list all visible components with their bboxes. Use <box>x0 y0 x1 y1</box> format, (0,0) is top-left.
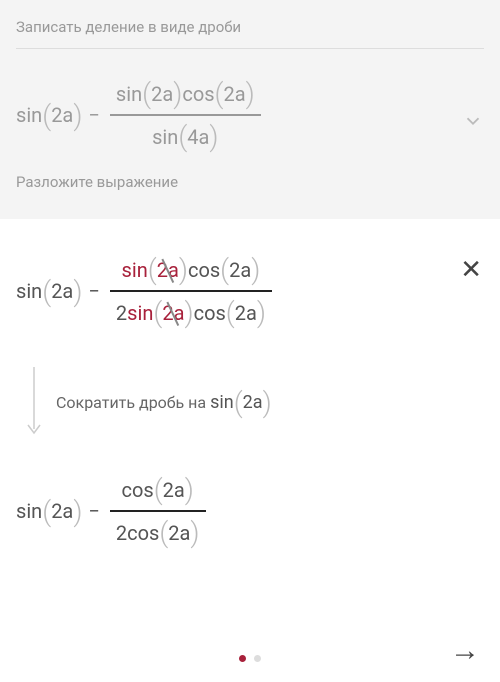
paren-close: ) <box>185 473 194 506</box>
paren-close: ) <box>73 495 82 528</box>
paren-open: ( <box>215 77 224 110</box>
fraction: sin ( 2a ) cos ( 2a ) 2 sin ( 2a ) cos (… <box>110 249 272 333</box>
fn-cos: cos <box>188 258 220 282</box>
paren-open: ( <box>153 296 162 329</box>
denominator: 2 cos ( 2a ) <box>110 512 206 553</box>
fraction: cos ( 2a ) 2 cos ( 2a ) <box>110 469 206 553</box>
denominator: sin ( 4a ) <box>146 116 224 157</box>
paren-close: ) <box>184 296 193 329</box>
hint-label: Сократить дробь на <box>56 393 206 412</box>
expression-before: sin ( 2a ) − sin ( 2a ) cos ( 2a ) 2 sin… <box>16 239 484 351</box>
paren-close: ) <box>173 77 182 110</box>
arg: 2a <box>243 392 263 413</box>
fn-sin: sin <box>16 499 42 523</box>
arg: 2a <box>229 258 251 282</box>
fn-sin-cancel: sin <box>122 258 148 282</box>
fn-cos: cos <box>127 521 159 545</box>
divider <box>16 48 484 49</box>
expression-after: sin ( 2a ) − cos ( 2a ) 2 cos ( 2a ) <box>16 459 484 571</box>
paren-open: ( <box>178 120 187 153</box>
paren-open: ( <box>220 253 229 286</box>
step-title-2: Разложите выражение <box>16 173 484 191</box>
arg: 2a <box>224 82 246 106</box>
dot[interactable] <box>254 655 261 662</box>
paren-open: ( <box>42 495 51 528</box>
paren-close: ) <box>251 253 260 286</box>
fn-sin: sin <box>116 82 142 106</box>
paren-open: ( <box>226 296 235 329</box>
paren-close: ) <box>179 253 188 286</box>
current-step-panel: ✕ sin ( 2a ) − sin ( 2a ) cos ( 2a ) 2 s… <box>0 219 500 581</box>
faded-expression: sin ( 2a ) − sin ( 2a ) cos ( 2a ) sin (… <box>16 67 484 173</box>
arg: 2a <box>51 499 73 523</box>
hint-math: sin ( 2a ) <box>210 386 272 419</box>
dot-active[interactable] <box>239 655 246 662</box>
paren-close: ) <box>246 77 255 110</box>
minus: − <box>88 499 99 523</box>
numerator: sin ( 2a ) cos ( 2a ) <box>116 249 267 290</box>
minus: − <box>88 103 99 127</box>
coef: 2 <box>116 521 127 545</box>
numerator: cos ( 2a ) <box>116 469 200 510</box>
minus: − <box>88 279 99 303</box>
denominator: 2 sin ( 2a ) cos ( 2a ) <box>110 292 272 333</box>
fn-sin: sin <box>152 125 178 149</box>
fn-cos: cos <box>182 82 214 106</box>
paren-open: ( <box>148 253 157 286</box>
paren-open: ( <box>42 275 51 308</box>
paren-open: ( <box>159 516 168 549</box>
paren-open: ( <box>142 77 151 110</box>
paren-close: ) <box>263 386 272 419</box>
arg: 2a <box>151 82 173 106</box>
paren-open: ( <box>42 99 51 132</box>
numerator: sin ( 2a ) cos ( 2a ) <box>110 73 261 114</box>
arg-cancel: 2a <box>157 258 179 282</box>
arrow-down-icon <box>26 367 42 437</box>
arg: 4a <box>187 125 209 149</box>
close-icon[interactable]: ✕ <box>460 255 482 285</box>
hint-text: Сократить дробь на sin ( 2a ) <box>56 386 272 419</box>
fraction: sin ( 2a ) cos ( 2a ) sin ( 4a ) <box>110 73 261 157</box>
fn-sin: sin <box>16 103 42 127</box>
fn-sin: sin <box>210 392 234 413</box>
fn-sin: sin <box>16 279 42 303</box>
page-dots <box>239 655 261 662</box>
chevron-down-icon[interactable] <box>462 110 484 132</box>
coef: 2 <box>116 301 127 325</box>
paren-open: ( <box>234 386 243 419</box>
step-title-1: Записать деление в виде дроби <box>16 18 484 36</box>
hint-row: Сократить дробь на sin ( 2a ) <box>16 367 484 437</box>
paren-close: ) <box>209 120 218 153</box>
fn-cos: cos <box>194 301 226 325</box>
arg: 2a <box>235 301 257 325</box>
paren-open: ( <box>154 473 163 506</box>
fn-cos: cos <box>122 478 154 502</box>
arg: 2a <box>51 279 73 303</box>
arg: 2a <box>51 103 73 127</box>
fn-sin-cancel: sin <box>127 301 153 325</box>
paren-close: ) <box>73 99 82 132</box>
arg: 2a <box>168 521 190 545</box>
paren-close: ) <box>257 296 266 329</box>
next-arrow-icon[interactable]: → <box>450 633 480 668</box>
arg-cancel: 2a <box>162 301 184 325</box>
previous-steps-panel: Записать деление в виде дроби sin ( 2a )… <box>0 0 500 219</box>
arg: 2a <box>163 478 185 502</box>
paren-close: ) <box>73 275 82 308</box>
paren-close: ) <box>190 516 199 549</box>
